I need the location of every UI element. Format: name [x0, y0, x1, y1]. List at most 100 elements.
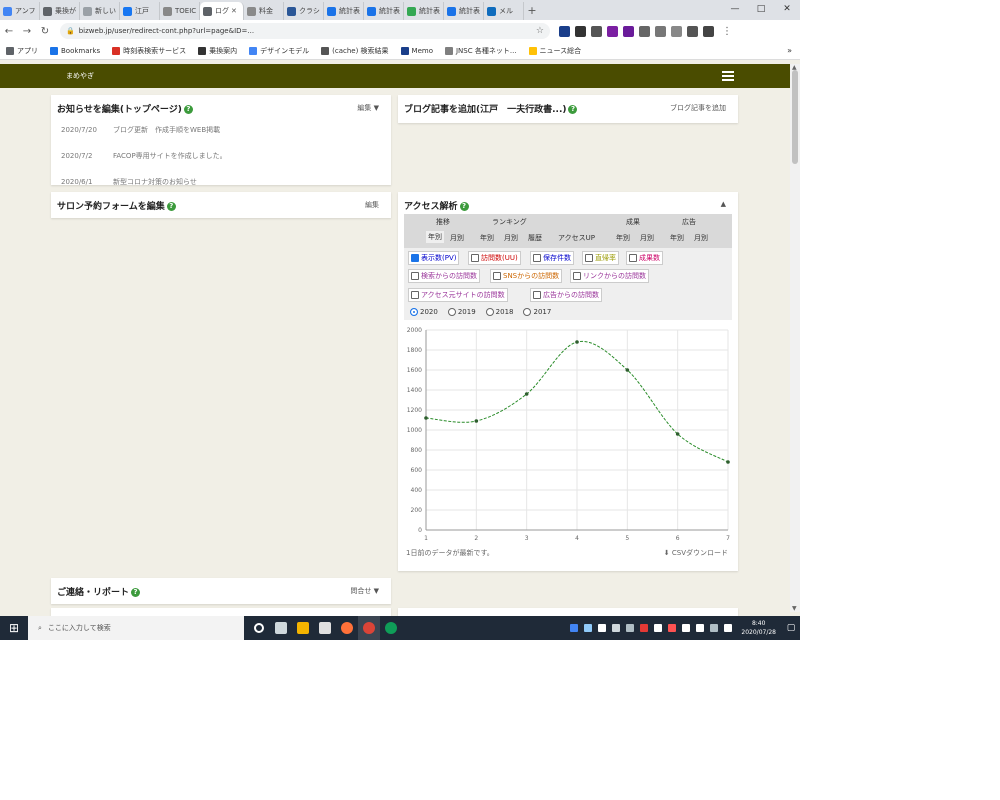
tray-icon[interactable]	[584, 624, 593, 632]
tray-icon[interactable]	[710, 624, 719, 632]
taskbar-search[interactable]: ⌕ ここに入力して検索	[28, 616, 244, 640]
tray-icon[interactable]	[682, 624, 691, 632]
browser-tab[interactable]: 統計表	[444, 2, 484, 20]
tray-icon[interactable]	[668, 624, 677, 632]
extension-icon[interactable]	[606, 25, 618, 37]
browser-tab[interactable]: 統計表	[324, 2, 364, 20]
tray-icon[interactable]	[598, 624, 607, 632]
extension-icon[interactable]	[702, 25, 714, 37]
new-tab-button[interactable]: +	[524, 2, 540, 20]
tray-icon[interactable]	[570, 624, 579, 632]
page-scrollbar[interactable]: ▲ ▼	[790, 64, 800, 612]
add-blog-post-button[interactable]: ブログ記事を追加	[670, 103, 726, 113]
analytics-subtab[interactable]: 年別	[426, 231, 444, 243]
metric-checkbox[interactable]: 検索からの訪問数	[408, 269, 480, 283]
analytics-subtab[interactable]: 月別	[504, 233, 518, 243]
bookmark-star-icon[interactable]: ☆	[536, 26, 544, 36]
extension-icon[interactable]	[558, 25, 570, 37]
browser-tab[interactable]: 統計表	[364, 2, 404, 20]
scroll-thumb[interactable]	[792, 70, 798, 164]
bookmark-item[interactable]: JNSC 各種ネット...	[444, 46, 517, 56]
analytics-subtab[interactable]: 年別	[616, 233, 630, 243]
extension-icon[interactable]	[686, 25, 698, 37]
browser-tab[interactable]: メル	[484, 2, 524, 20]
clock[interactable]: 8:40 2020/07/28	[741, 619, 776, 637]
site-name[interactable]: まめやぎ	[66, 71, 94, 81]
browser-tab[interactable]: 新しいタブ	[80, 2, 120, 20]
extension-icon[interactable]	[574, 25, 586, 37]
metric-checkbox[interactable]: 訪問数(UU)	[468, 251, 521, 265]
extension-icon[interactable]	[590, 25, 602, 37]
tray-icon[interactable]	[696, 624, 705, 632]
analytics-subtab[interactable]: 年別	[480, 233, 494, 243]
bookmark-item[interactable]: ニュース総合	[528, 46, 581, 56]
tray-icon[interactable]	[640, 624, 649, 632]
forward-icon[interactable]: →	[18, 26, 36, 37]
analytics-subtab[interactable]: 月別	[640, 233, 654, 243]
extension-icon[interactable]	[622, 25, 634, 37]
metric-checkbox[interactable]: 広告からの訪問数	[530, 288, 602, 302]
contact-menu-button[interactable]: 問合せ ▼	[350, 586, 379, 596]
csv-download-link[interactable]: ⬇ CSVダウンロード	[664, 548, 728, 558]
taskbar-store-icon[interactable]	[314, 616, 336, 640]
help-icon[interactable]: ?	[459, 202, 469, 211]
tray-icon[interactable]	[626, 624, 635, 632]
help-icon[interactable]: ?	[131, 588, 141, 597]
scroll-down-icon[interactable]: ▼	[792, 605, 797, 612]
reload-icon[interactable]: ↻	[36, 26, 54, 37]
bookmark-item[interactable]: Memo	[400, 46, 433, 55]
analytics-subtab[interactable]: アクセスUP	[558, 233, 595, 243]
minimize-button[interactable]: —	[722, 0, 748, 20]
news-edit-button[interactable]: 編集 ▼	[357, 103, 379, 113]
maximize-button[interactable]: □	[748, 0, 774, 20]
tray-icon[interactable]	[724, 624, 733, 632]
taskbar-firefox-icon[interactable]	[336, 616, 358, 640]
news-item[interactable]: 2020/7/2 FACOP専用サイトを作成しました。	[61, 151, 227, 161]
news-item[interactable]: 2020/6/1 新型コロナ対策のお知らせ	[61, 177, 197, 187]
extension-icon[interactable]	[654, 25, 666, 37]
taskbar-chrome-icon[interactable]	[358, 616, 380, 640]
browser-menu-icon[interactable]: ⋮	[722, 26, 732, 37]
metric-checkbox[interactable]: 表示数(PV)	[408, 251, 460, 265]
metric-checkbox[interactable]: リンクからの訪問数	[570, 269, 649, 283]
back-icon[interactable]: ←	[0, 26, 18, 37]
bookmark-item[interactable]: Bookmarks	[50, 46, 100, 55]
taskbar-explorer-icon[interactable]	[292, 616, 314, 640]
tray-icon[interactable]	[612, 624, 621, 632]
tray-icon[interactable]	[654, 624, 663, 632]
year-radio[interactable]: 2017	[523, 308, 551, 316]
bookmark-item[interactable]: デザインモデル	[249, 46, 309, 56]
year-radio[interactable]: 2019	[447, 308, 476, 316]
extension-icon[interactable]	[638, 25, 650, 37]
analytics-subtab[interactable]: 年別	[670, 233, 684, 243]
browser-tab[interactable]: アンフ	[0, 2, 40, 20]
tab-close-icon[interactable]: ✕	[231, 7, 237, 15]
help-icon[interactable]: ?	[183, 105, 193, 114]
year-radio[interactable]: 2020	[410, 308, 438, 316]
taskbar-cortana-icon[interactable]	[248, 616, 270, 640]
year-radio[interactable]: 2018	[485, 308, 513, 316]
hamburger-menu-icon[interactable]	[722, 71, 734, 81]
browser-tab[interactable]: ログ ✕	[200, 2, 244, 20]
metric-checkbox[interactable]: SNSからの訪問数	[490, 269, 563, 283]
extension-icon[interactable]	[670, 25, 682, 37]
taskbar-taskview-icon[interactable]	[270, 616, 292, 640]
bookmark-item[interactable]: (cache) 検索結果	[321, 46, 389, 56]
salon-edit-button[interactable]: 編集	[365, 200, 379, 210]
browser-tab[interactable]: 統計表	[404, 2, 444, 20]
bookmark-item[interactable]: 乗換案内	[198, 46, 237, 56]
analytics-subtab[interactable]: 月別	[450, 233, 464, 243]
browser-tab[interactable]: TOEIC	[160, 2, 200, 20]
metric-checkbox[interactable]: 成果数	[626, 251, 663, 265]
metric-checkbox[interactable]: 直帰率	[582, 251, 619, 265]
start-icon[interactable]: ⊞	[0, 621, 28, 635]
browser-tab[interactable]: 料金	[244, 2, 284, 20]
close-window-button[interactable]: ✕	[774, 0, 800, 20]
taskbar-edge-icon[interactable]	[380, 616, 402, 640]
analytics-subtab[interactable]: 履歴	[528, 233, 542, 243]
address-bar[interactable]: 🔒 bizweb.jp/user/redirect-cont.php?url=p…	[60, 23, 550, 39]
collapse-icon[interactable]: ▲	[721, 200, 726, 208]
news-item[interactable]: 2020/7/20 ブログ更新 作成手順をWEB掲載	[61, 125, 220, 135]
bookmarks-more-icon[interactable]: »	[787, 46, 792, 55]
browser-tab[interactable]: 江戸	[120, 2, 160, 20]
